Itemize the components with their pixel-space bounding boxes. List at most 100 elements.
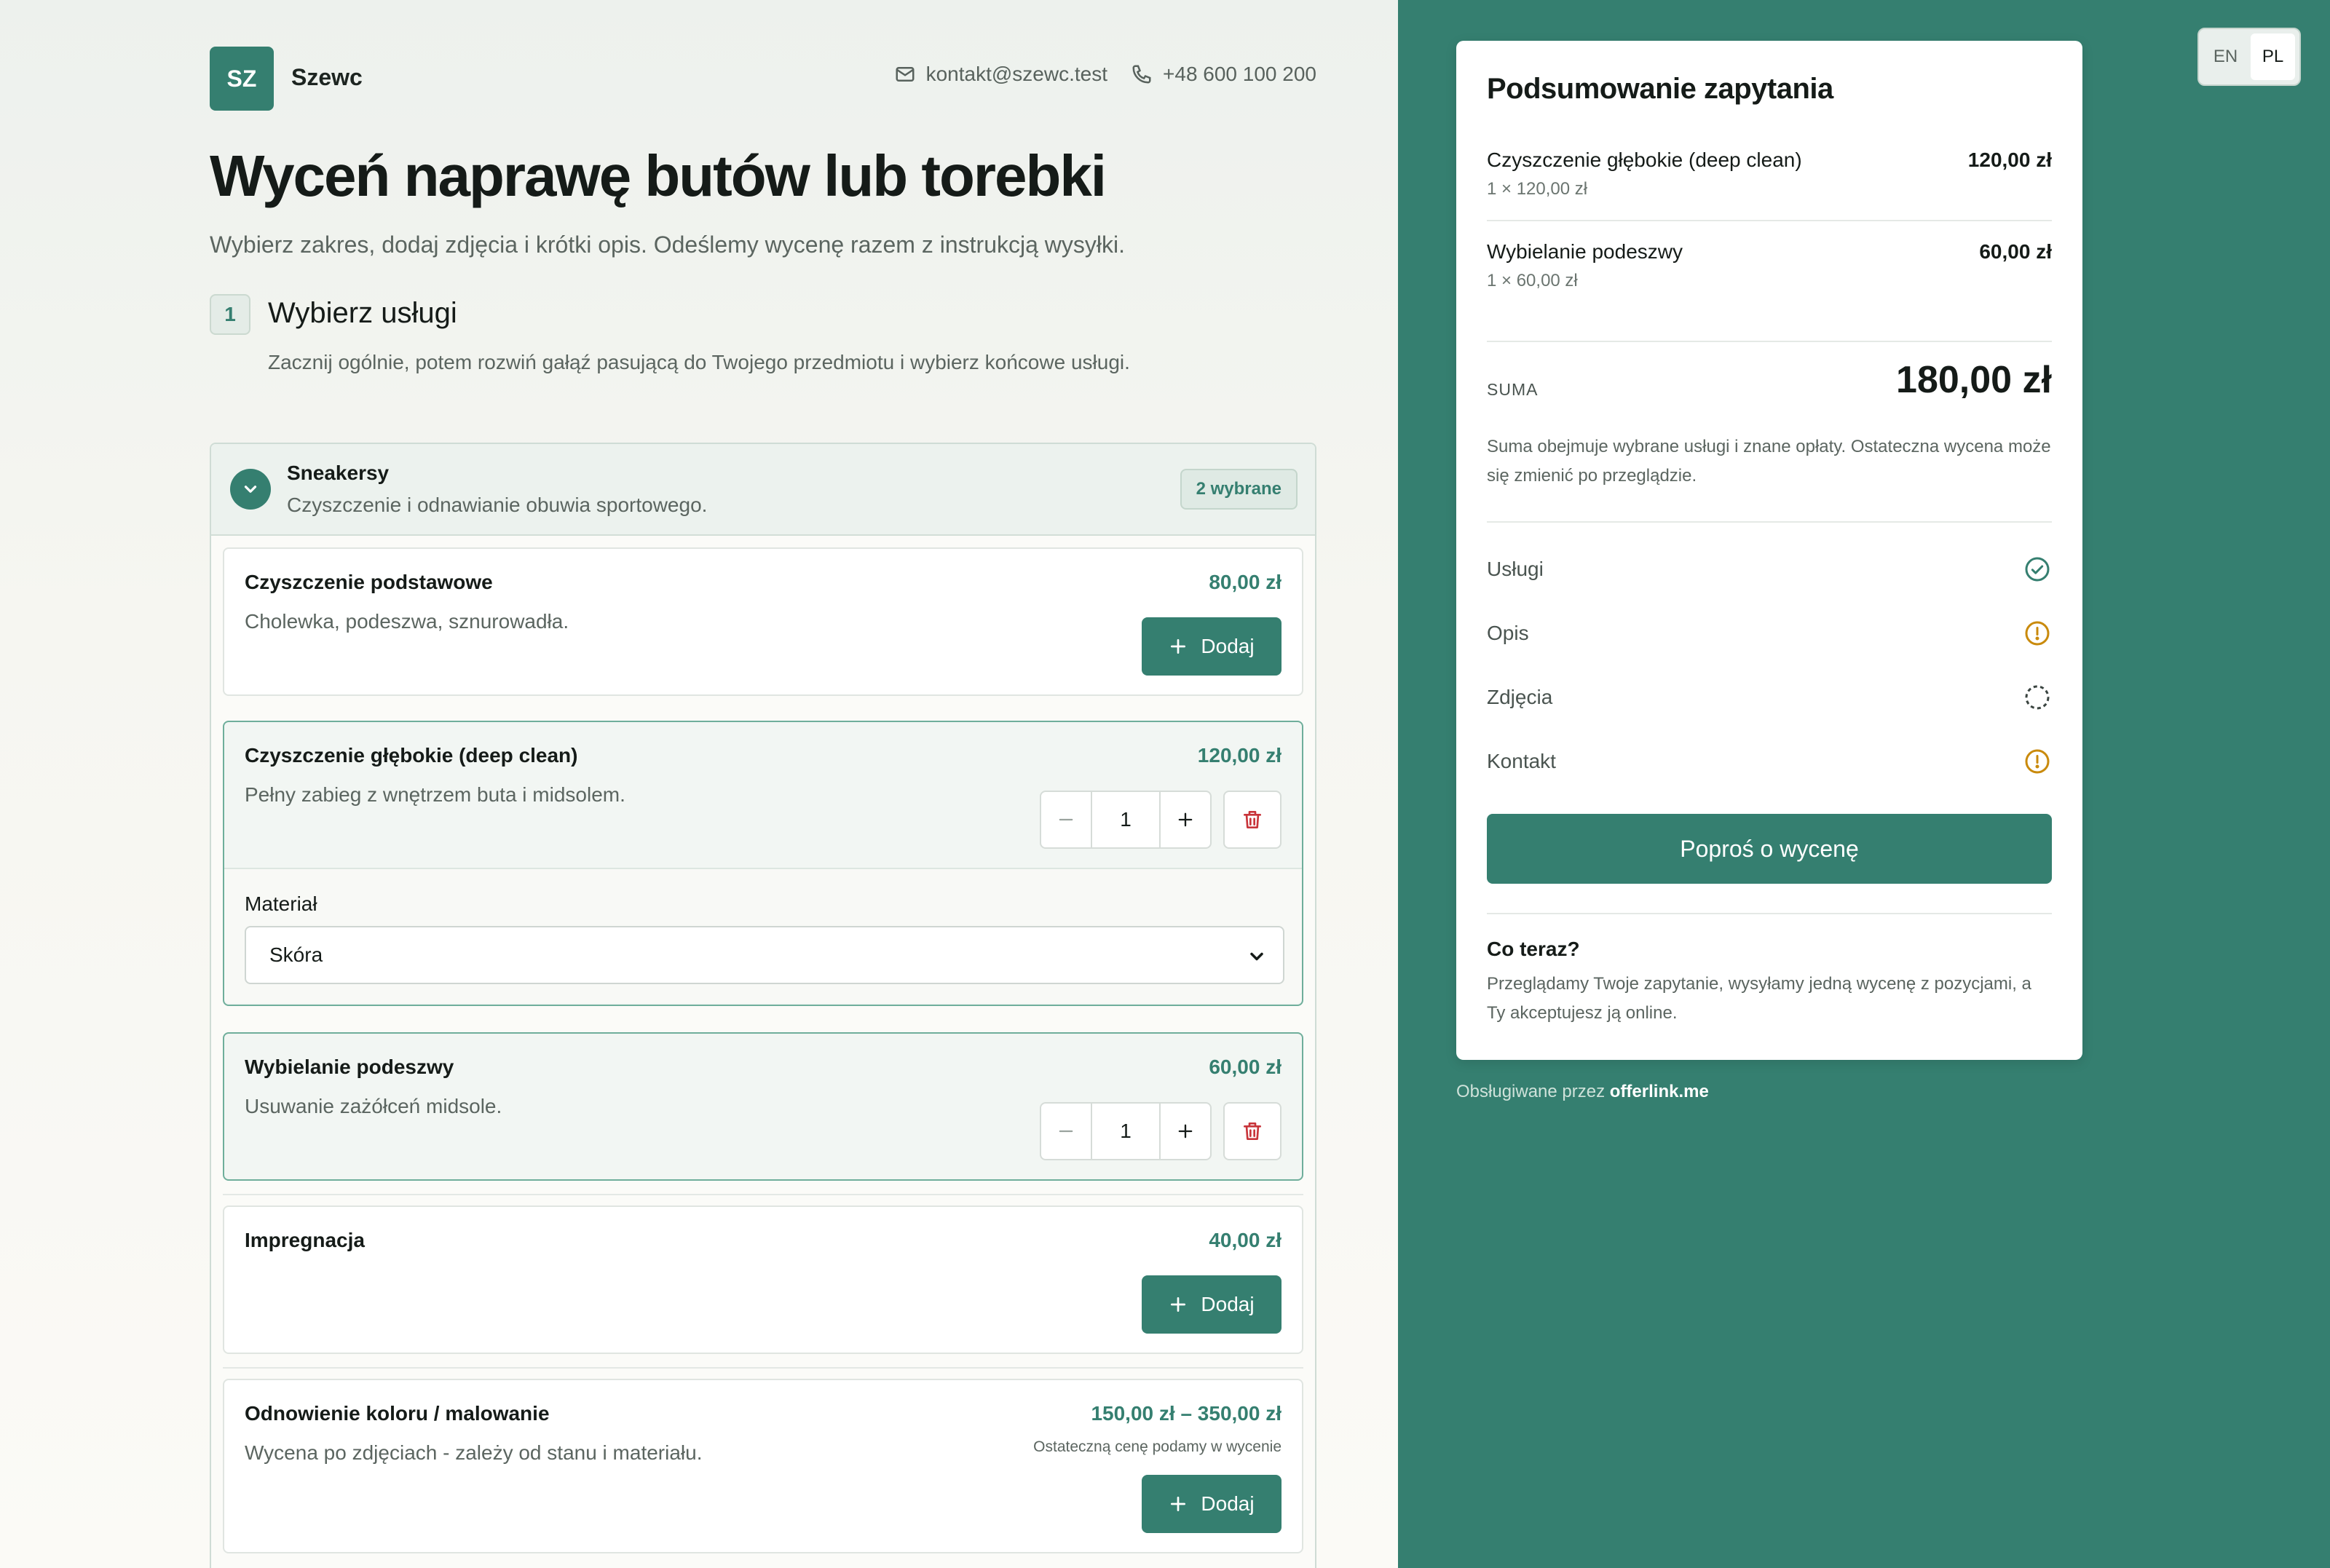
next-steps-description: Przeglądamy Twoje zapytanie, wysyłamy je… xyxy=(1487,974,2031,1023)
line-item-name: Wybielanie podeszwy xyxy=(1487,240,1683,263)
selected-count-badge: 2 wybrane xyxy=(1180,469,1298,510)
service-price: 80,00 zł xyxy=(1209,571,1282,593)
form-panel: SZ Szewc kontakt@szewc.test +48 600 100 … xyxy=(0,0,1398,1568)
email-link[interactable]: kontakt@szewc.test xyxy=(894,63,1107,86)
service-description: Usuwanie zażółceń midsole. xyxy=(245,1095,502,1117)
trash-icon xyxy=(1244,811,1261,828)
summary-card: Podsumowanie zapytania Czyszczenie głębo… xyxy=(1456,41,2082,1060)
alert-circle-icon xyxy=(2025,749,2050,774)
plus-icon xyxy=(1171,1296,1186,1312)
add-label: Dodaj xyxy=(1201,1492,1255,1515)
price-note: Ostateczną cenę podamy w wycenie xyxy=(1033,1438,1282,1455)
divider xyxy=(1487,521,2052,523)
brand-name: Szewc xyxy=(291,64,363,90)
divider xyxy=(1487,220,2052,221)
checklist-label: Kontakt xyxy=(1487,750,1556,772)
group-title: Sneakersy xyxy=(287,462,390,484)
service-price: 120,00 zł xyxy=(1197,744,1282,767)
line-item-name: Czyszczenie głębokie (deep clean) xyxy=(1487,149,1802,171)
plus-icon xyxy=(1178,1124,1193,1139)
total-value: 180,00 zł xyxy=(1896,359,2052,401)
page-title: Wyceń naprawę butów lub torebki xyxy=(210,143,1107,208)
lang-pl[interactable]: PL xyxy=(2251,33,2295,80)
increase-button[interactable] xyxy=(1161,792,1210,847)
lang-en[interactable]: EN xyxy=(2203,33,2248,80)
add-service-button[interactable]: Dodaj xyxy=(1142,1275,1282,1334)
service-price: 150,00 zł – 350,00 zł xyxy=(1091,1402,1282,1425)
remove-button[interactable] xyxy=(1223,1102,1282,1160)
minus-icon xyxy=(1059,818,1073,821)
increase-button[interactable] xyxy=(1161,1104,1210,1159)
checklist-item-contact: Kontakt xyxy=(1487,744,2052,779)
powered-brand-link[interactable]: offerlink.me xyxy=(1610,1082,1709,1101)
service-card: Czyszczenie podstawowe Cholewka, podeszw… xyxy=(223,547,1303,696)
step-description: Zacznij ogólnie, potem rozwiń gałąź pasu… xyxy=(268,351,1130,373)
quantity-value[interactable]: 1 xyxy=(1091,1104,1161,1159)
line-item-amount: 60,00 zł xyxy=(1979,240,2052,263)
service-price: 40,00 zł xyxy=(1209,1229,1282,1251)
step-number: 1 xyxy=(210,294,250,335)
plus-icon xyxy=(1171,1496,1186,1512)
pending-circle-icon xyxy=(2025,685,2050,710)
collapse-toggle[interactable] xyxy=(230,469,271,510)
service-name: Czyszczenie podstawowe xyxy=(245,571,493,593)
chevron-down-icon xyxy=(1250,952,1263,961)
alert-circle-icon xyxy=(2025,621,2050,646)
add-label: Dodaj xyxy=(1201,1293,1255,1315)
minus-icon xyxy=(1059,1130,1073,1133)
quantity-value[interactable]: 1 xyxy=(1091,792,1161,847)
service-description: Wycena po zdjęciach - zależy od stanu i … xyxy=(245,1441,703,1464)
plus-icon xyxy=(1178,812,1193,827)
service-description: Cholewka, podeszwa, sznurowadła. xyxy=(245,610,569,633)
material-selected-value: Skóra xyxy=(269,943,323,966)
service-group-sneakers: Sneakersy Czyszczenie i odnawianie obuwi… xyxy=(210,443,1316,1568)
add-service-button[interactable]: Dodaj xyxy=(1142,617,1282,676)
contact-info: kontakt@szewc.test +48 600 100 200 xyxy=(894,63,1316,86)
page-subtitle: Wybierz zakres, dodaj zdjęcia i krótki o… xyxy=(210,231,1125,258)
decrease-button[interactable] xyxy=(1041,1104,1091,1159)
group-header[interactable]: Sneakersy Czyszczenie i odnawianie obuwi… xyxy=(211,444,1315,536)
powered-by: Obsługiwane przez offerlink.me xyxy=(1456,1082,1709,1102)
service-description: Pełny zabieg z wnętrzem buta i midsolem. xyxy=(245,783,625,806)
next-steps-title: Co teraz? xyxy=(1487,938,1580,960)
phone-text: +48 600 100 200 xyxy=(1163,63,1316,85)
total-label: SUMA xyxy=(1487,380,1539,399)
remove-button[interactable] xyxy=(1223,791,1282,849)
group-subtitle: Czyszczenie i odnawianie obuwia sportowe… xyxy=(287,494,708,516)
add-service-button[interactable]: Dodaj xyxy=(1142,1475,1282,1533)
service-card-selected: Czyszczenie głębokie (deep clean) Pełny … xyxy=(223,721,1303,1006)
divider xyxy=(1487,341,2052,342)
summary-line-item: Wybielanie podeszwy 60,00 zł 1 × 60,00 z… xyxy=(1487,240,2052,298)
checklist-item-photos: Zdjęcia xyxy=(1487,680,2052,715)
material-select[interactable]: Skóra xyxy=(245,926,1284,984)
mail-icon xyxy=(896,67,915,82)
line-item-qty: 1 × 60,00 zł xyxy=(1487,271,1578,290)
line-item-amount: 120,00 zł xyxy=(1967,149,2052,171)
quantity-stepper: 1 xyxy=(1040,791,1212,849)
check-circle-icon xyxy=(2025,557,2050,582)
powered-prefix: Obsługiwane przez xyxy=(1456,1082,1606,1101)
plus-icon xyxy=(1171,638,1186,654)
summary-title: Podsumowanie zapytania xyxy=(1487,73,1833,105)
request-quote-button[interactable]: Poproś o wycenę xyxy=(1487,814,2052,884)
service-name: Wybielanie podeszwy xyxy=(245,1056,454,1078)
service-name: Impregnacja xyxy=(245,1229,365,1251)
add-label: Dodaj xyxy=(1201,635,1255,657)
divider xyxy=(223,1194,1303,1195)
phone-link[interactable]: +48 600 100 200 xyxy=(1131,63,1316,86)
total-note: Suma obejmuje wybrane usługi i znane opł… xyxy=(1487,437,2051,486)
material-section: Materiał Skóra xyxy=(224,868,1302,1003)
service-price: 60,00 zł xyxy=(1209,1056,1282,1078)
logo: SZ xyxy=(210,47,274,111)
divider xyxy=(223,1367,1303,1369)
language-switcher: EN PL xyxy=(2197,28,2301,86)
decrease-button[interactable] xyxy=(1041,792,1091,847)
checklist-label: Zdjęcia xyxy=(1487,686,1553,708)
summary-line-item: Czyszczenie głębokie (deep clean) 120,00… xyxy=(1487,149,2052,207)
chevron-down-icon xyxy=(244,486,257,493)
divider xyxy=(1487,913,2052,914)
top-bar: SZ Szewc kontakt@szewc.test +48 600 100 … xyxy=(210,47,1316,111)
material-label: Materiał xyxy=(245,892,317,915)
checklist-label: Opis xyxy=(1487,622,1529,644)
service-name: Odnowienie koloru / malowanie xyxy=(245,1402,550,1425)
